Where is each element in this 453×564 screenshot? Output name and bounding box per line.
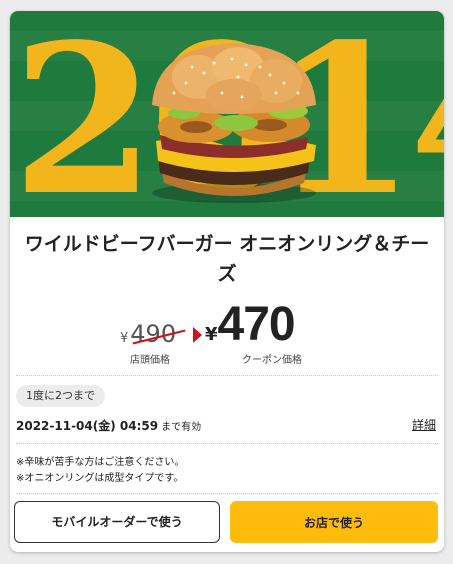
details-link[interactable]: 詳細 <box>412 416 436 433</box>
coupon-title: ワイルドビーフバーガー オニオンリング＆チーズ <box>24 233 430 285</box>
regular-price: ¥490 <box>120 320 186 348</box>
divider <box>16 375 438 376</box>
price-section: ¥490 店頭価格 ¥470 クーポン価格 <box>10 297 444 369</box>
coupon-hero-image: 20 14 <box>10 11 444 217</box>
expiry-suffix: まで有効 <box>161 422 202 433</box>
note-line: ※オニオンリングは成型タイプです。 <box>16 473 184 484</box>
regular-price-label: 店頭価格 <box>130 355 170 366</box>
coupon-card: 20 14 <box>10 11 444 552</box>
divider <box>16 443 438 444</box>
coupon-price-yen: ¥ <box>205 324 218 345</box>
regular-price-yen: ¥ <box>120 331 129 346</box>
coupon-notes: ※辛味が苦手な方はご注意ください。 ※オニオンリングは成型タイプです。 <box>16 455 184 487</box>
note-line: ※辛味が苦手な方はご注意ください。 <box>16 457 185 468</box>
expiry-date: 2022-11-04(金) 04:59 <box>16 419 159 433</box>
use-in-store-button[interactable]: お店で使う <box>230 501 438 543</box>
coupon-price-value: 470 <box>217 298 296 351</box>
mobile-order-button[interactable]: モバイルオーダーで使う <box>14 501 220 543</box>
burger-image <box>152 43 316 203</box>
arrow-right-icon <box>193 327 202 343</box>
usage-limit-badge: 1度に2つまで <box>16 385 105 407</box>
divider <box>16 493 438 494</box>
expiry-info: 2022-11-04(金) 04:59 まで有効 <box>16 417 201 434</box>
coupon-price-label: クーポン価格 <box>242 355 302 366</box>
coupon-price: ¥470 <box>205 297 296 352</box>
